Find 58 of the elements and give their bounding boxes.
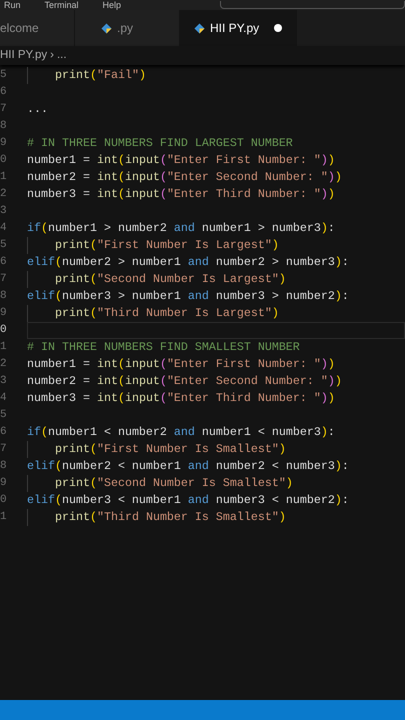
line-number: 0 xyxy=(0,493,8,508)
menu-item[interactable]: Help xyxy=(102,0,122,10)
line-number: 3 xyxy=(0,374,8,389)
line-number: 8 xyxy=(0,289,8,304)
line-number: 6 xyxy=(0,85,8,100)
code-line: print("Second Number Is Largest") xyxy=(55,272,286,286)
code-line: number2 = int(input("Enter Second Number: ")) xyxy=(27,374,342,388)
line-number: 5 xyxy=(0,238,8,253)
code-line: number3 = int(input("Enter Third Number: ")) xyxy=(27,391,335,405)
line-number: 6 xyxy=(0,425,8,440)
breadcrumb-item[interactable]: HII PY.py xyxy=(0,46,48,64)
line-number: 7 xyxy=(0,442,8,457)
code-line: number1 = int(input("Enter First Number: ")) xyxy=(27,153,335,167)
line-number: 3 xyxy=(0,204,8,219)
line-number: 7 xyxy=(0,272,8,287)
code-line: print("First Number Is Largest") xyxy=(55,238,279,252)
line-number: 1 xyxy=(0,510,8,525)
line-number: 4 xyxy=(0,391,8,406)
line-number: 0 xyxy=(0,323,8,338)
line-number: 0 xyxy=(0,153,8,168)
line-number: 4 xyxy=(0,221,8,236)
editor-tab[interactable]: elcome xyxy=(0,10,75,46)
code-line: print("Third Number Is Smallest") xyxy=(55,510,286,524)
editor-tab[interactable]: .py xyxy=(75,10,180,46)
editor-tab[interactable]: HII PY.py xyxy=(180,10,298,46)
line-number: 5 xyxy=(0,408,8,423)
line-number: 6 xyxy=(0,255,8,270)
code-line: number1 = int(input("Enter First Number: ")) xyxy=(27,357,335,371)
line-number: 2 xyxy=(0,357,8,372)
breadcrumb-separator: › xyxy=(50,48,54,63)
code-line: number2 = int(input("Enter Second Number: ")) xyxy=(27,170,342,184)
code-line: ... xyxy=(27,102,48,116)
line-number: 1 xyxy=(0,340,8,355)
line-number: 1 xyxy=(0,170,8,185)
line-number: 8 xyxy=(0,119,8,134)
code-line: print("Third Number Is Largest") xyxy=(55,306,279,320)
code-line: print("Second Number Is Smallest") xyxy=(55,476,293,490)
code-line: elif(number3 < number1 and number3 < number2): xyxy=(27,493,349,507)
line-number: 9 xyxy=(0,136,8,151)
code-line: elif(number2 > number1 and number2 > number3): xyxy=(27,255,349,269)
code-line: if(number1 < number2 and number1 < number3): xyxy=(27,425,335,439)
menu-item[interactable]: Run xyxy=(4,0,21,10)
line-number: 2 xyxy=(0,187,8,202)
line-number: 7 xyxy=(0,102,8,117)
code-line: print("First Number Is Smallest") xyxy=(55,442,286,456)
code-line: if(number1 > number2 and number1 > number3): xyxy=(27,221,335,235)
line-number: 9 xyxy=(0,476,8,491)
line-number: 8 xyxy=(0,459,8,474)
code-line: # IN THREE NUMBERS FIND SMALLEST NUMBER xyxy=(27,340,300,354)
code-line: number3 = int(input("Enter Third Number: ")) xyxy=(27,187,335,201)
line-number: 5 xyxy=(0,68,8,83)
code-line: # IN THREE NUMBERS FIND LARGEST NUMBER xyxy=(27,136,293,150)
line-number: 9 xyxy=(0,306,8,321)
code-line: print("Fail") xyxy=(55,68,146,82)
code-line: elif(number2 < number1 and number2 < number3): xyxy=(27,459,349,473)
breadcrumb-item[interactable]: ... xyxy=(56,46,67,64)
menu-item[interactable]: Terminal xyxy=(44,0,79,10)
code-line: elif(number3 > number1 and number3 > number2): xyxy=(27,289,349,303)
